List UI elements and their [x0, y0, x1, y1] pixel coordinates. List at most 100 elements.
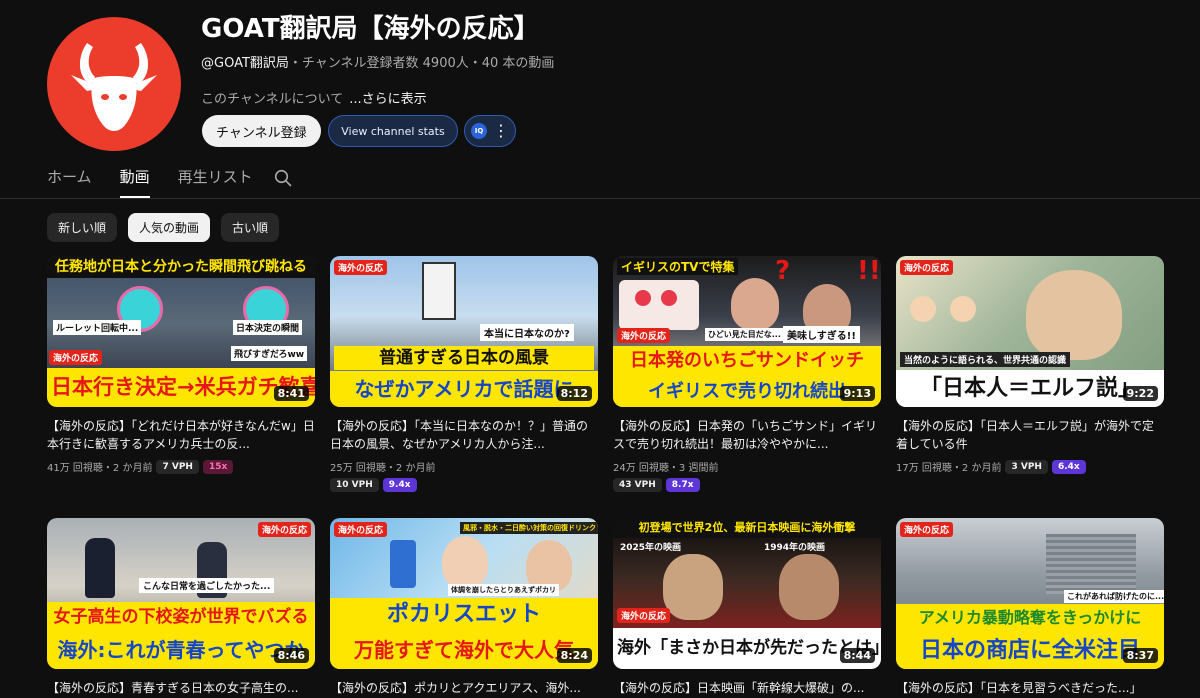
video-views: 41万 回視聴・2 か月前: [47, 463, 153, 474]
thumbnail-note: こんな日常を過ごしたかった...: [139, 578, 275, 593]
video-thumbnail[interactable]: 海外の反応 本当に日本なのか? 普通すぎる日本の風景 なぜかアメリカで話題に 8…: [330, 256, 598, 407]
video-thumbnail[interactable]: 海外の反応 当然のように語られる、世界共通の認識 「日本人＝エルフ説」 9:22: [896, 256, 1164, 407]
multiplier-badge: 9.4x: [382, 478, 417, 492]
thumbnail-note: これがあれば防げたのに...: [1064, 590, 1164, 603]
video-stats: 24万 回視聴・3 週間前: [613, 459, 881, 474]
video-card[interactable]: 海外の反応 風邪・脱水・二日酔い対策の回復ドリンク 体調を崩したらとりあえずポカ…: [330, 518, 598, 698]
video-duration: 9:22: [1122, 386, 1158, 401]
tabs-divider: [0, 198, 1200, 199]
thumbnail-badge: 海外の反応: [900, 522, 954, 537]
elf-portrait-graphic: [1026, 270, 1122, 360]
thumbnail-note: 体調を崩したらとりあえずポカリ: [448, 584, 559, 596]
thumbnail-note: 1994年の映画: [764, 543, 826, 553]
person-graphic: [731, 278, 779, 330]
thumbnail-headline: ポカリスエット: [330, 598, 598, 632]
channel-handle: @GOAT翻訳局: [201, 56, 289, 71]
video-views: 24万 回視聴・3 週間前: [613, 463, 719, 474]
video-title[interactable]: 【海外の反応】青春すぎる日本の女子高生の...: [47, 679, 315, 698]
thumbnail-note: ひどい見た目だな...: [705, 328, 784, 341]
video-card[interactable]: 海外の反応 当然のように語られる、世界共通の認識 「日本人＝エルフ説」 9:22…: [896, 256, 1164, 474]
question-mark-graphic: ?: [775, 256, 791, 286]
thumbnail-caption: 日本発のいちごサンドイッチ: [613, 346, 881, 376]
video-thumbnail[interactable]: 海外の反応 こんな日常を過ごしたかった... 女子高生の下校姿が世界でバズる 海…: [47, 518, 315, 669]
video-card[interactable]: イギリスのTVで特集 ? !! 海外の反応 ひどい見た目だな... 美味しすぎる…: [613, 256, 881, 492]
child-graphic: [950, 296, 976, 322]
thumbnail-badge: 海外の反応: [900, 260, 954, 275]
subscribe-button[interactable]: チャンネル登録: [202, 115, 321, 147]
view-channel-stats-button[interactable]: View channel stats: [328, 115, 458, 147]
thumbnail-headline: アメリカ暴動略奪をきっかけに: [896, 604, 1164, 632]
video-thumbnail[interactable]: イギリスのTVで特集 ? !! 海外の反応 ひどい見た目だな... 美味しすぎる…: [613, 256, 881, 407]
thumbnail-note: ルーレット回転中...: [53, 320, 142, 335]
channel-stats-text: ・チャンネル登録者数 4900人・40 本の動画: [288, 56, 555, 71]
shutter-graphic: [1046, 534, 1136, 594]
tab-videos[interactable]: 動画: [119, 162, 150, 198]
video-stats: 41万 回視聴・2 か月前 7 VPH 15x: [47, 459, 315, 474]
video-card[interactable]: 任務地が日本と分かった瞬間飛び跳ねる ルーレット回転中... 日本決定の瞬間 飛…: [47, 256, 315, 474]
chip-oldest[interactable]: 古い順: [221, 213, 280, 242]
thumbnail-badge: 海外の反応: [334, 260, 388, 275]
video-stats: 17万 回視聴・2 か月前 3 VPH 6.4x: [896, 459, 1164, 474]
channel-avatar[interactable]: [47, 17, 181, 151]
more-vert-icon: ⋮: [493, 121, 509, 140]
chip-popular[interactable]: 人気の動画: [128, 213, 211, 242]
chip-newest[interactable]: 新しい順: [47, 213, 118, 242]
goat-logo-icon: [71, 43, 157, 131]
channel-title: GOAT翻訳局【海外の反応】: [201, 14, 540, 44]
thumbnail-headline: 任務地が日本と分かった瞬間飛び跳ねる: [47, 256, 315, 278]
video-card[interactable]: 海外の反応 こんな日常を過ごしたかった... 女子高生の下校姿が世界でバズる 海…: [47, 518, 315, 698]
strawberry-graphic: [635, 290, 651, 306]
vph-badge: 7 VPH: [156, 459, 199, 474]
search-icon[interactable]: [274, 169, 292, 187]
thumbnail-note: 美味しすぎる!!: [783, 326, 860, 343]
video-views: 25万 回視聴・2 か月前: [330, 463, 436, 474]
video-duration: 8:46: [273, 648, 309, 663]
child-graphic: [910, 296, 936, 322]
video-card[interactable]: 海外の反応 本当に日本なのか? 普通すぎる日本の風景 なぜかアメリカで話題に 8…: [330, 256, 598, 492]
video-metrics: 43 VPH 8.7x: [613, 478, 881, 492]
video-metrics: 10 VPH 9.4x: [330, 478, 598, 492]
video-views: 17万 回視聴・2 か月前: [896, 463, 1002, 474]
thumbnail-badge: 海外の反応: [617, 328, 671, 343]
thumbnail-badge: 海外の反応: [334, 522, 388, 537]
video-title[interactable]: 【海外の反応】ポカリとアクエリアス、海外...: [330, 679, 598, 698]
video-duration: 8:12: [556, 386, 592, 401]
video-thumbnail[interactable]: 海外の反応 風邪・脱水・二日酔い対策の回復ドリンク 体調を崩したらとりあえずポカ…: [330, 518, 598, 669]
multiplier-badge: 8.7x: [665, 478, 700, 492]
exclamation-graphic: !!: [857, 256, 881, 286]
thumbnail-note: 風邪・脱水・二日酔い対策の回復ドリンク: [460, 522, 598, 534]
student-graphic: [85, 538, 115, 598]
video-title[interactable]: 【海外の反応】「どれだけ日本が好きなんだw」日本行きに歓喜するアメリカ兵士の反.…: [47, 417, 315, 453]
thumbnail-note: 本当に日本なのか?: [480, 324, 574, 341]
video-card[interactable]: 初登場で世界2位、最新日本映画に海外衝撃 2025年の映画 1994年の映画 海…: [613, 518, 881, 698]
video-title[interactable]: 【海外の反応】日本映画「新幹線大爆破」の...: [613, 679, 881, 698]
sandwich-graphic: [619, 280, 699, 330]
video-duration: 8:24: [556, 648, 592, 663]
multiplier-badge: 6.4x: [1051, 459, 1086, 474]
video-title[interactable]: 【海外の反応】日本発の「いちごサンド」イギリスで売り切れ続出！最初は冷ややかに.…: [613, 417, 881, 453]
tab-home[interactable]: ホーム: [47, 162, 92, 198]
video-title[interactable]: 【海外の反応】「日本人＝エルフ説」が海外で定着している件: [896, 417, 1164, 453]
show-more-link[interactable]: ...さらに表示: [349, 92, 426, 107]
video-title[interactable]: 【海外の反応】「日本を見習うべきだった...」: [896, 679, 1164, 698]
video-thumbnail[interactable]: 任務地が日本と分かった瞬間飛び跳ねる ルーレット回転中... 日本決定の瞬間 飛…: [47, 256, 315, 407]
thumbnail-badge: 海外の反応: [617, 608, 671, 623]
video-title[interactable]: 【海外の反応】「本当に日本なのか！？」普通の日本の風景、なぜかアメリカ人から注.…: [330, 417, 598, 453]
strawberry-graphic: [661, 290, 677, 306]
thumbnail-headline: 初登場で世界2位、最新日本映画に海外衝撃: [613, 518, 881, 538]
video-stats: 25万 回視聴・2 か月前: [330, 459, 598, 474]
about-label: このチャンネルについて: [201, 92, 344, 107]
vph-badge: 43 VPH: [613, 478, 662, 492]
iq-badge-icon: IQ: [471, 123, 487, 139]
extension-menu-button[interactable]: IQ ⋮: [464, 115, 516, 147]
channel-about[interactable]: このチャンネルについて ...さらに表示: [201, 88, 427, 107]
thumbnail-note: 飛びすぎだろww: [231, 346, 308, 361]
bottle-graphic: [390, 540, 416, 588]
video-card[interactable]: 海外の反応 これがあれば防げたのに... アメリカ暴動略奪をきっかけに 日本の商…: [896, 518, 1164, 698]
tab-playlists[interactable]: 再生リスト: [178, 162, 253, 198]
thumbnail-headline: 女子高生の下校姿が世界でバズる: [47, 602, 315, 632]
video-thumbnail[interactable]: 海外の反応 これがあれば防げたのに... アメリカ暴動略奪をきっかけに 日本の商…: [896, 518, 1164, 669]
video-duration: 8:41: [273, 386, 309, 401]
video-thumbnail[interactable]: 初登場で世界2位、最新日本映画に海外衝撃 2025年の映画 1994年の映画 海…: [613, 518, 881, 669]
video-duration: 8:37: [1122, 648, 1158, 663]
